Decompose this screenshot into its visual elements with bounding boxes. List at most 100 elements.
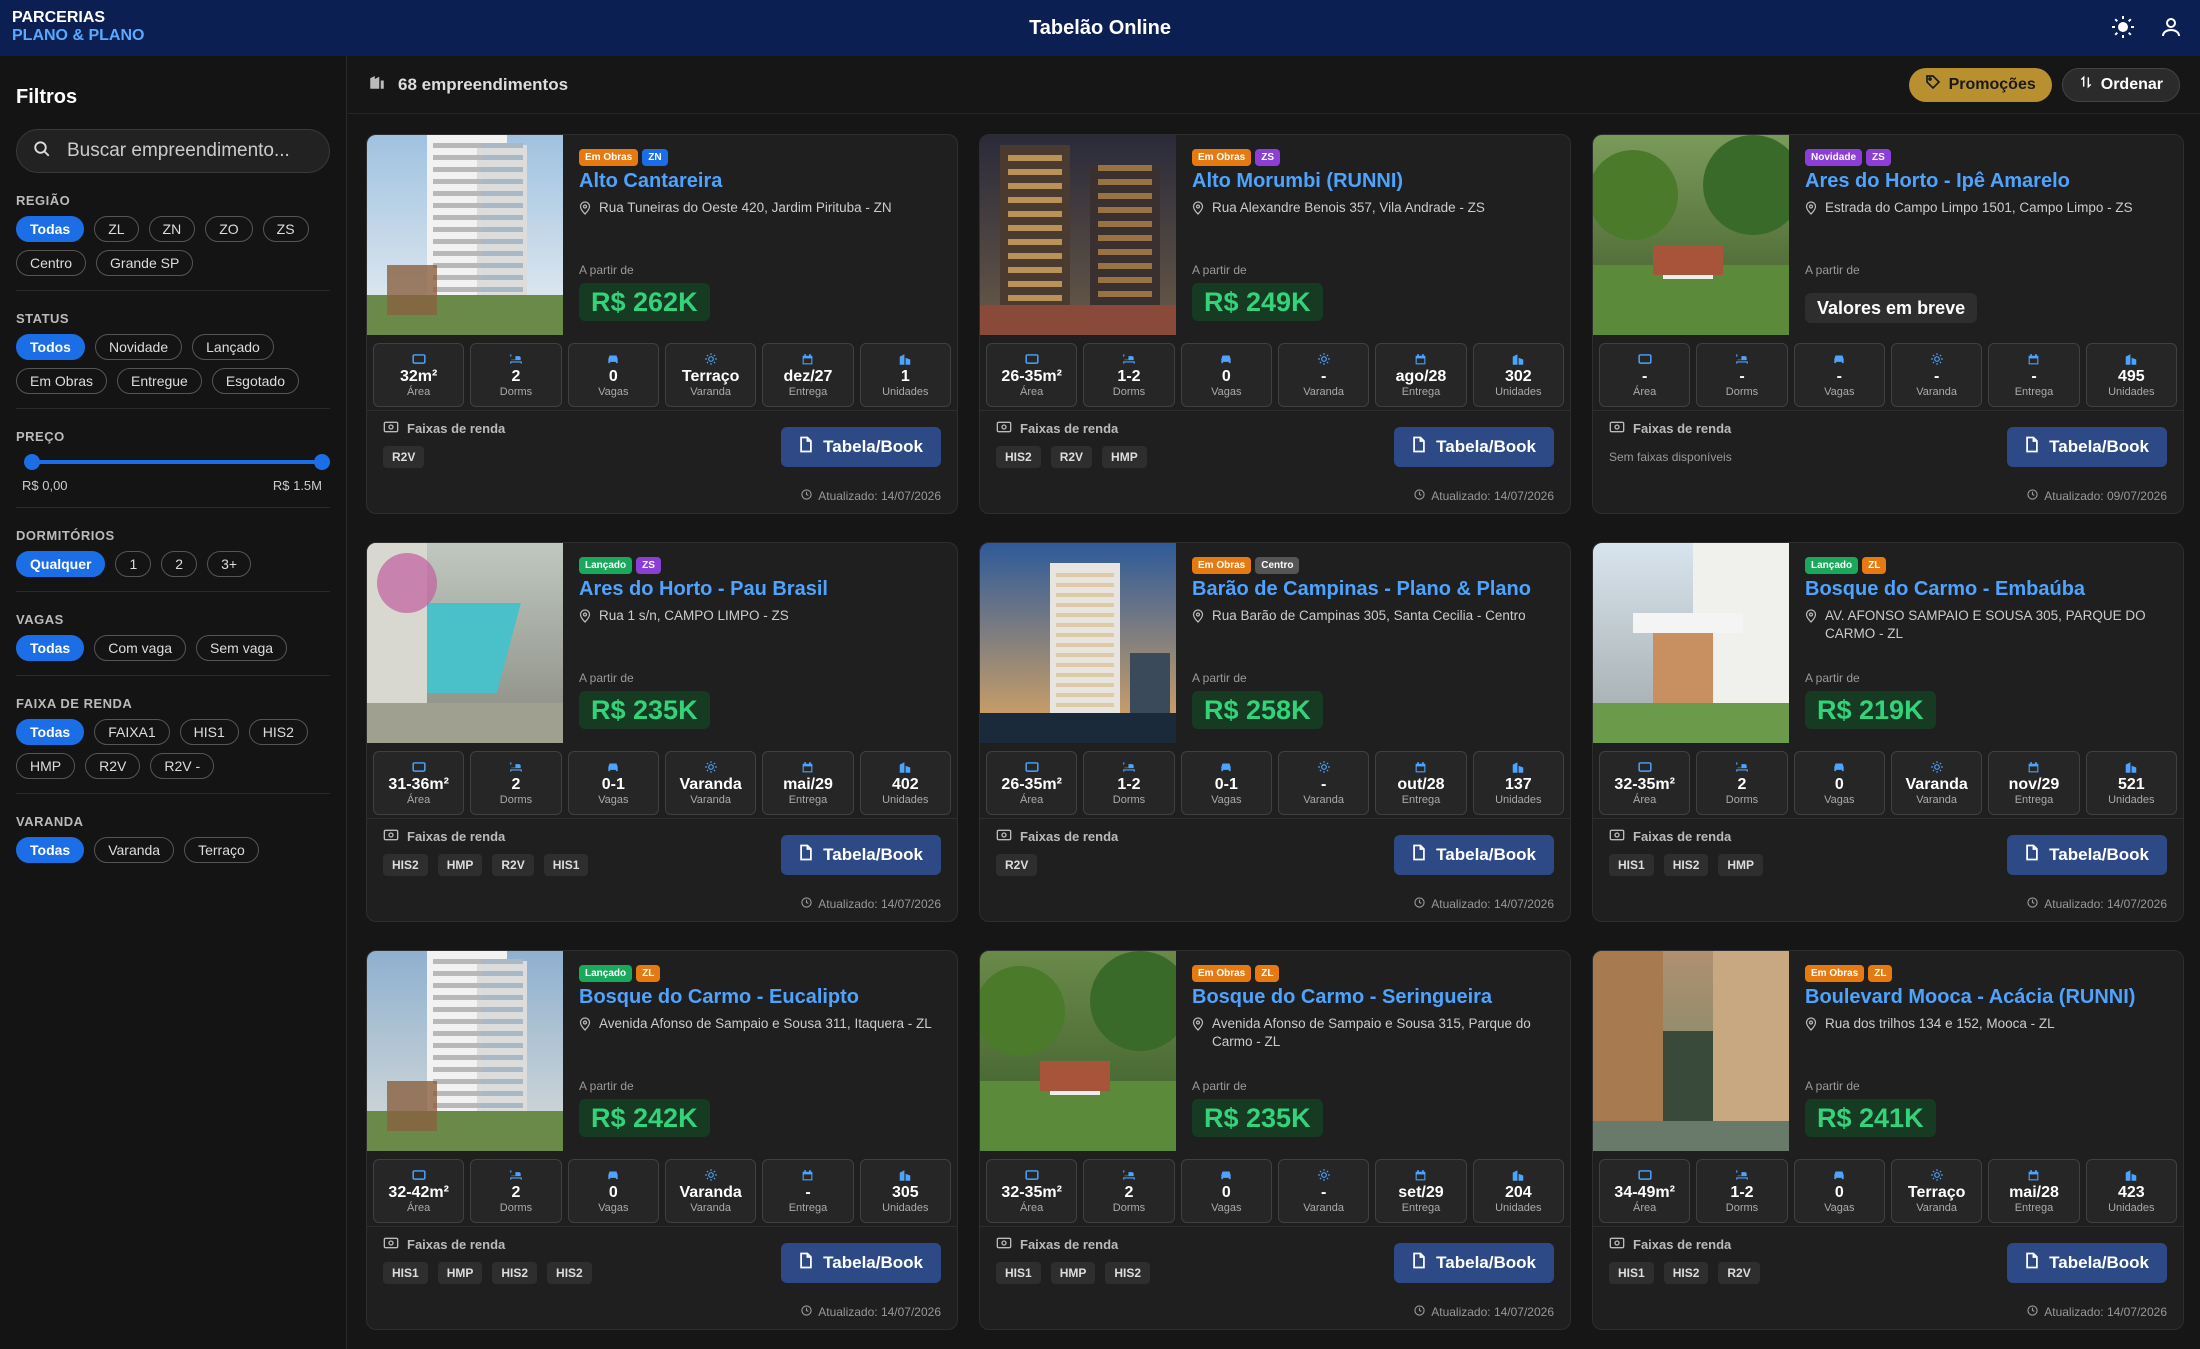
development-title[interactable]: Bosque do Carmo - Embaúba xyxy=(1805,578,2167,601)
stat-label: Dorms xyxy=(499,794,533,806)
book-button-label: Tabela/Book xyxy=(823,1253,923,1272)
development-card[interactable]: Em Obras ZN Alto Cantareira Rua Tuneiras… xyxy=(366,134,958,514)
development-card[interactable]: Lançado ZL Bosque do Carmo - Eucalipto A… xyxy=(366,950,958,1330)
income-bands-label: Faixas de renda xyxy=(407,421,506,436)
filter-chip[interactable]: Sem vaga xyxy=(196,635,288,661)
stat-label: Varanda xyxy=(1303,1202,1345,1214)
filter-chip[interactable]: Novidade xyxy=(94,334,183,360)
price-range-slider[interactable] xyxy=(24,452,330,472)
filter-chip[interactable]: Varanda xyxy=(94,837,175,863)
filter-chip[interactable]: Lançado xyxy=(192,334,274,360)
varanda-icon xyxy=(1317,1168,1331,1182)
updated-date: Atualizado: 14/07/2026 xyxy=(801,489,941,503)
dorms-icon xyxy=(1122,1168,1136,1182)
filter-chip[interactable]: Com vaga xyxy=(94,635,187,661)
filter-chip[interactable]: Em Obras xyxy=(16,368,108,394)
stat-label: Vagas xyxy=(1824,794,1855,806)
development-card[interactable]: Em Obras ZL Bosque do Carmo - Seringueir… xyxy=(979,950,1571,1330)
region-badge: ZS xyxy=(1866,149,1891,166)
filter-chip[interactable]: Todas xyxy=(16,837,85,863)
price-table-book-button[interactable]: Tabela/Book xyxy=(2007,835,2167,875)
development-title[interactable]: Boulevard Mooca - Acácia (RUNNI) xyxy=(1805,986,2167,1009)
filter-chip[interactable]: R2V xyxy=(85,753,141,779)
entrega-icon xyxy=(2027,760,2040,774)
filter-group-status: STATUS Todos Novidade Lançado Em Obras Entreg… xyxy=(16,291,330,409)
price-value: R$ 249K xyxy=(1192,283,1323,321)
filter-chip[interactable]: HIS1 xyxy=(179,719,239,745)
slider-min-handle[interactable] xyxy=(24,454,40,470)
stat-varanda: - Varanda xyxy=(1277,343,1370,407)
development-card[interactable]: Lançado ZL Bosque do Carmo - Embaúba AV.… xyxy=(1592,542,2184,922)
filter-chip[interactable]: Qualquer xyxy=(16,551,106,577)
development-card[interactable]: Em Obras Centro Barão de Campinas - Plan… xyxy=(979,542,1571,922)
development-photo[interactable] xyxy=(367,135,563,335)
filter-chip[interactable]: Todos xyxy=(16,334,85,360)
filter-chip[interactable]: HMP xyxy=(16,753,76,779)
slider-max-handle[interactable] xyxy=(314,454,330,470)
development-photo[interactable] xyxy=(1593,543,1789,743)
development-card[interactable]: Lançado ZS Ares do Horto - Pau Brasil Ru… xyxy=(366,542,958,922)
filter-chip[interactable]: 1 xyxy=(115,551,152,577)
development-card[interactable]: Novidade ZS Ares do Horto - Ipê Amarelo … xyxy=(1592,134,2184,514)
development-photo[interactable] xyxy=(1593,951,1789,1151)
development-photo[interactable] xyxy=(980,951,1176,1151)
book-button-label: Tabela/Book xyxy=(1436,1253,1536,1272)
filter-chip[interactable]: Terraço xyxy=(184,837,259,863)
filter-chip[interactable]: 3+ xyxy=(207,551,252,577)
development-card[interactable]: Em Obras ZS Alto Morumbi (RUNNI) Rua Ale… xyxy=(979,134,1571,514)
price-table-book-button[interactable]: Tabela/Book xyxy=(1394,835,1554,875)
development-title[interactable]: Alto Morumbi (RUNNI) xyxy=(1192,170,1554,193)
price-table-book-button[interactable]: Tabela/Book xyxy=(1394,1243,1554,1283)
filter-chip[interactable]: Esgotado xyxy=(211,368,300,394)
filter-chip[interactable]: Todas xyxy=(16,719,85,745)
filter-chip[interactable]: ZN xyxy=(148,216,196,242)
income-band-chip: HMP xyxy=(437,854,483,876)
filter-chip[interactable]: HIS2 xyxy=(248,719,308,745)
brand-logo[interactable]: PARCERIAS PLANO & PLANO xyxy=(12,9,144,45)
filter-chip[interactable]: ZL xyxy=(94,216,139,242)
development-photo[interactable] xyxy=(1593,135,1789,335)
filter-chip[interactable]: Entregue xyxy=(117,368,202,394)
development-title[interactable]: Bosque do Carmo - Seringueira xyxy=(1192,986,1554,1009)
search-input[interactable] xyxy=(67,140,307,162)
price-table-book-button[interactable]: Tabela/Book xyxy=(2007,1243,2167,1283)
filter-chip[interactable]: Todas xyxy=(16,216,85,242)
price-table-book-button[interactable]: Tabela/Book xyxy=(2007,427,2167,467)
user-account-icon[interactable] xyxy=(2158,14,2184,40)
stat-label: Dorms xyxy=(499,386,533,398)
location-pin-icon xyxy=(1805,1017,1817,1036)
varanda-icon xyxy=(1930,760,1944,774)
price-table-book-button[interactable]: Tabela/Book xyxy=(781,427,941,467)
development-photo[interactable] xyxy=(367,951,563,1151)
price-table-book-button[interactable]: Tabela/Book xyxy=(781,835,941,875)
filter-chip[interactable]: Todas xyxy=(16,635,85,661)
development-photo[interactable] xyxy=(980,135,1176,335)
development-card[interactable]: Em Obras ZL Boulevard Mooca - Acácia (RU… xyxy=(1592,950,2184,1330)
filter-chip[interactable]: FAIXA1 xyxy=(94,719,170,745)
stats-row: 34-49m² Área 1-2 Dorms 0 Vagas Terraço V… xyxy=(1593,1151,2183,1227)
filter-chip[interactable]: ZO xyxy=(205,216,253,242)
filter-chip[interactable]: ZS xyxy=(262,216,309,242)
filter-chip[interactable]: Grande SP xyxy=(96,250,194,276)
development-title[interactable]: Alto Cantareira xyxy=(579,170,941,193)
promotions-button[interactable]: Promoções xyxy=(1908,67,2052,102)
search-box[interactable] xyxy=(16,129,330,173)
stat-label: Varanda xyxy=(1916,794,1958,806)
development-title[interactable]: Barão de Campinas - Plano & Plano xyxy=(1192,578,1554,601)
price-table-book-button[interactable]: Tabela/Book xyxy=(1394,427,1554,467)
stat-value: 0-1 xyxy=(1214,776,1238,793)
development-title[interactable]: Ares do Horto - Pau Brasil xyxy=(579,578,941,601)
filter-chip[interactable]: R2V - xyxy=(150,753,215,779)
price-table-book-button[interactable]: Tabela/Book xyxy=(781,1243,941,1283)
theme-toggle-sun-icon[interactable] xyxy=(2110,14,2136,40)
development-photo[interactable] xyxy=(980,543,1176,743)
development-title[interactable]: Ares do Horto - Ipê Amarelo xyxy=(1805,170,2167,193)
stat-dorms: 1-2 Dorms xyxy=(1083,751,1175,815)
filter-chip[interactable]: 2 xyxy=(161,551,198,577)
development-photo[interactable] xyxy=(367,543,563,743)
development-title[interactable]: Bosque do Carmo - Eucalipto xyxy=(579,986,941,1009)
region-badge: ZL xyxy=(1255,965,1280,982)
area-icon xyxy=(1025,760,1039,774)
filter-chip[interactable]: Centro xyxy=(16,250,87,276)
sort-button[interactable]: Ordenar xyxy=(2061,67,2180,102)
